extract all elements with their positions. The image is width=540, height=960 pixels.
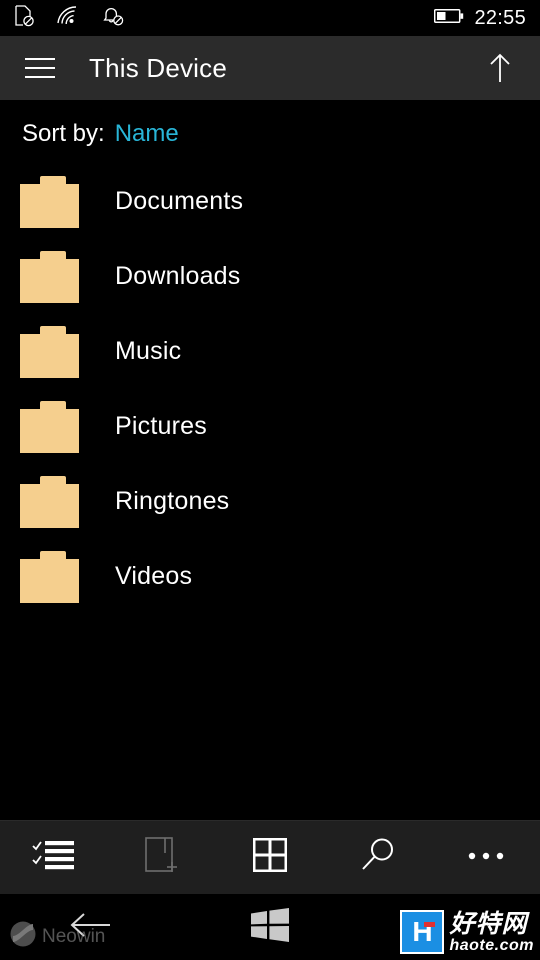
command-bar <box>0 820 540 894</box>
list-item[interactable]: Pictures <box>0 389 540 464</box>
wifi-icon <box>56 5 80 31</box>
folder-name: Downloads <box>115 262 241 290</box>
status-bar-left-icons <box>14 4 124 32</box>
select-button[interactable] <box>0 821 108 895</box>
folder-icon <box>20 475 80 528</box>
list-item[interactable]: Music <box>0 314 540 389</box>
hamburger-menu-icon[interactable] <box>18 46 62 90</box>
folder-list: Documents Downloads Music Pictures Ringt… <box>0 164 540 614</box>
folder-icon <box>20 250 80 303</box>
sort-row: Sort by: Name <box>0 100 540 148</box>
search-button[interactable] <box>324 821 432 895</box>
folder-name: Videos <box>115 562 193 590</box>
folder-icon <box>20 550 80 603</box>
list-item[interactable]: Downloads <box>0 239 540 314</box>
haote-text-block: 好特网 haote.com <box>449 911 534 954</box>
list-item[interactable]: Ringtones <box>0 464 540 539</box>
page-title: This Device <box>89 52 228 83</box>
no-sim-icon <box>14 4 34 32</box>
folder-name: Pictures <box>115 412 207 440</box>
search-icon <box>359 836 397 879</box>
home-button[interactable] <box>180 894 360 960</box>
folder-body <box>20 258 79 303</box>
folder-icon <box>20 175 80 228</box>
content-area: Sort by: Name Documents Downloads Music … <box>0 100 540 820</box>
more-options-icon <box>466 849 506 867</box>
haote-chinese-text: 好特网 <box>449 908 528 938</box>
arrow-up-icon[interactable] <box>478 46 522 90</box>
system-nav-bar: Neowin H 好特网 haote.com <box>0 894 540 960</box>
haote-url-text: haote.com <box>449 936 534 954</box>
neowin-logo-icon <box>10 921 36 952</box>
status-bar-clock: 22:55 <box>474 6 526 29</box>
status-bar-right: 22:55 <box>434 7 526 30</box>
haote-watermark: H 好特网 haote.com <box>400 910 534 954</box>
select-icon <box>32 838 76 877</box>
grid-view-button[interactable] <box>216 821 324 895</box>
folder-icon <box>20 400 80 453</box>
list-item[interactable]: Documents <box>0 164 540 239</box>
status-bar: 22:55 <box>0 0 540 36</box>
list-item[interactable]: Videos <box>0 539 540 614</box>
battery-icon <box>434 8 464 29</box>
hamburger-line <box>25 67 55 69</box>
folder-name: Music <box>115 337 182 365</box>
haote-logo-bar <box>424 922 436 927</box>
hamburger-line <box>25 76 55 78</box>
new-folder-button[interactable] <box>108 821 216 895</box>
folder-body <box>20 483 79 528</box>
neowin-watermark: Neowin <box>10 921 105 952</box>
sort-by-label: Sort by: <box>22 120 105 147</box>
folder-name: Documents <box>115 187 244 215</box>
grid-view-icon <box>252 837 288 877</box>
sort-by-value[interactable]: Name <box>115 120 179 148</box>
notifications-off-icon <box>102 5 124 32</box>
folder-body <box>20 408 79 453</box>
neowin-text: Neowin <box>42 925 106 947</box>
more-options-button[interactable] <box>432 821 540 895</box>
phone-screen: 22:55 This Device Sort by: Name Document… <box>0 0 540 960</box>
windows-logo-icon <box>251 907 289 947</box>
hamburger-line <box>25 58 55 60</box>
haote-logo-icon: H <box>400 910 445 954</box>
new-folder-icon <box>144 835 180 880</box>
folder-name: Ringtones <box>115 487 230 515</box>
folder-icon <box>20 325 80 378</box>
folder-body <box>20 558 79 603</box>
app-header: This Device <box>0 36 540 100</box>
folder-body <box>20 333 79 378</box>
folder-body <box>20 183 79 228</box>
